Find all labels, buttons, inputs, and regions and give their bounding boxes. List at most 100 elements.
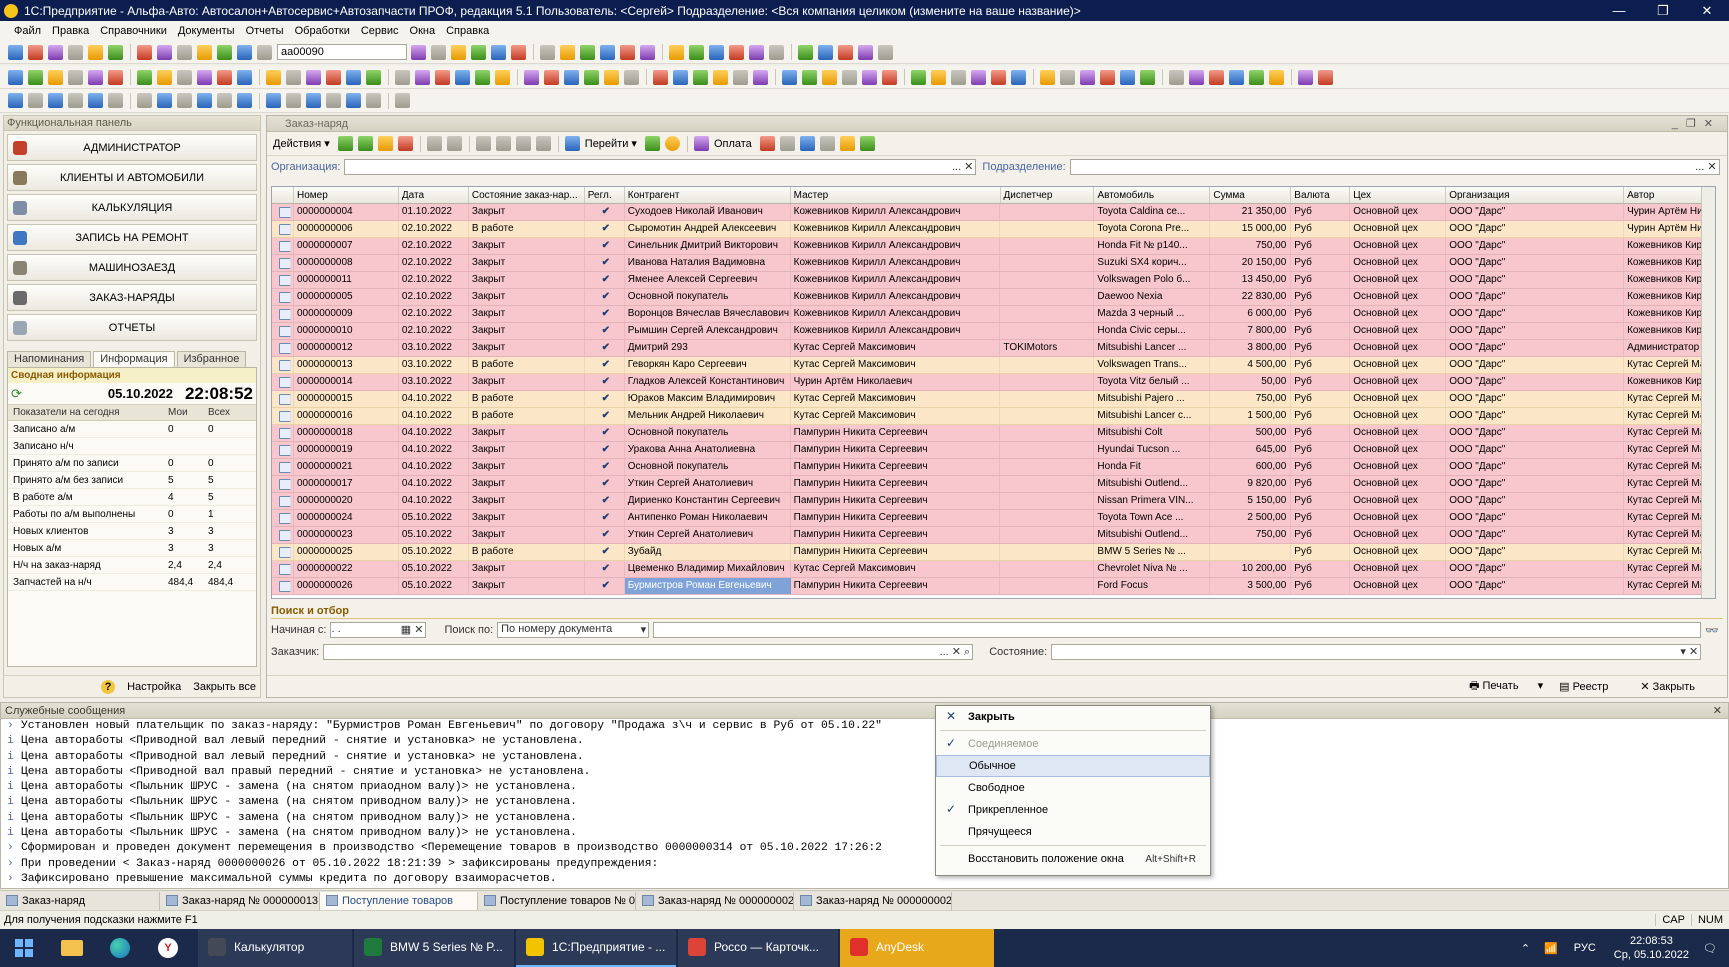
toolbar-button-icon[interactable]	[177, 93, 192, 108]
toolbar-button-icon[interactable]	[217, 69, 232, 85]
toolbar-button-icon[interactable]	[858, 44, 873, 60]
registry-button[interactable]: ▤ Реестр	[1559, 680, 1624, 693]
table-row[interactable]: 0000000010 02.10.2022 Закрыт ✔ Рымшин Сергей…	[272, 323, 1715, 340]
search-by-select[interactable]: По номеру документа ▾	[497, 622, 650, 638]
nav-2[interactable]: КАЛЬКУЛЯЦИЯ	[7, 194, 257, 221]
table-row[interactable]: 0000000004 01.10.2022 Закрыт ✔ Суходоев Нико…	[272, 204, 1715, 221]
toolbar-button-icon[interactable]	[560, 44, 575, 60]
toolbar-button-icon[interactable]	[431, 44, 446, 60]
taskbar-app-4[interactable]: AnyDesk	[840, 929, 994, 967]
edge-browser-icon[interactable]	[96, 929, 144, 967]
filter-icon[interactable]	[475, 136, 491, 151]
search-text-input[interactable]	[653, 622, 1702, 638]
columns-icon[interactable]	[799, 136, 815, 151]
toolbar-button-icon[interactable]	[326, 69, 341, 85]
toolbar-button-icon[interactable]	[28, 93, 43, 108]
toolbar-button-icon[interactable]	[802, 69, 817, 85]
toolbar-button-icon[interactable]	[266, 69, 281, 85]
help-icon[interactable]: ?	[101, 679, 116, 694]
toolbar-button-icon[interactable]	[88, 93, 103, 108]
context-menu-item-4[interactable]: ✓ Прикрепленное	[936, 799, 1210, 821]
filter-list-icon[interactable]	[495, 136, 511, 151]
toolbar-button-icon[interactable]	[197, 69, 212, 85]
toolbar-button-icon[interactable]	[137, 44, 152, 60]
toolbar-button-icon[interactable]	[137, 69, 152, 85]
state-input[interactable]: ▾ ✕	[1051, 644, 1702, 660]
print-button[interactable]: 🖶 Печать ▾	[1469, 677, 1543, 696]
toolbar-button-icon[interactable]	[669, 44, 684, 60]
table-row[interactable]: 0000000017 04.10.2022 Закрыт ✔ Уткин Сергей …	[272, 476, 1715, 493]
toolbar-button-icon[interactable]	[306, 93, 321, 108]
column-header[interactable]: Дата	[399, 187, 469, 203]
toolbar-button-icon[interactable]	[1080, 69, 1095, 85]
toolbar-button-icon[interactable]	[1209, 69, 1224, 85]
toolbar-button-icon[interactable]	[1169, 69, 1184, 85]
toolbar-button-icon[interactable]	[1040, 69, 1055, 85]
menu-item-7[interactable]: Окна	[410, 25, 436, 37]
toolbar-button-icon[interactable]	[137, 93, 152, 108]
find-icon[interactable]	[446, 136, 462, 151]
start-button[interactable]	[0, 929, 48, 967]
toolbar-button-icon[interactable]	[1298, 69, 1313, 85]
toolbar-button-icon[interactable]	[435, 69, 450, 85]
help-list-icon[interactable]	[664, 136, 680, 151]
toolbar-button-icon[interactable]	[689, 44, 704, 60]
toolbar-button-icon[interactable]	[455, 69, 470, 85]
toolbar-button-icon[interactable]	[157, 93, 172, 108]
table-row[interactable]: 0000000007 02.10.2022 Закрыт ✔ Синельник Дми…	[272, 238, 1715, 255]
tray-chevron-icon[interactable]: ⌃	[1521, 942, 1530, 955]
toolbar-button-icon[interactable]	[729, 44, 744, 60]
toolbar-button-icon[interactable]	[346, 69, 361, 85]
table-scrollbar[interactable]	[1701, 187, 1715, 598]
table-row[interactable]: 0000000013 03.10.2022 В работе ✔ Геворкян Ка…	[272, 357, 1715, 374]
toolbar-button-icon[interactable]	[564, 69, 579, 85]
table-row[interactable]: 0000000009 02.10.2022 Закрыт ✔ Воронцов Вяче…	[272, 306, 1715, 323]
column-header[interactable]: Номер	[294, 187, 399, 203]
toolbar-button-icon[interactable]	[749, 44, 764, 60]
window-tab-3[interactable]: Поступление товаров № 00...	[478, 891, 636, 910]
toolbar-button-icon[interactable]	[580, 44, 595, 60]
toolbar-button-icon[interactable]	[108, 44, 123, 60]
nav-0[interactable]: АДМИНИСТРАТОР	[7, 134, 257, 161]
column-header[interactable]: Автомобиль	[1094, 187, 1211, 203]
context-menu-item-1[interactable]: ✓ Соединяемое	[936, 733, 1210, 755]
table-row[interactable]: 0000000011 02.10.2022 Закрыт ✔ Яменее Алексе…	[272, 272, 1715, 289]
print-doc-icon[interactable]	[759, 136, 775, 151]
toolbar-button-icon[interactable]	[769, 44, 784, 60]
toolbar-button-icon[interactable]	[48, 44, 63, 60]
table-row[interactable]: 0000000014 03.10.2022 Закрыт ✔ Гладков Алекс…	[272, 374, 1715, 391]
menu-item-8[interactable]: Справка	[446, 25, 489, 37]
minimize-button[interactable]: —	[1597, 3, 1641, 18]
taskbar-app-2[interactable]: 1С:Предприятие - ...	[516, 929, 676, 967]
toolbar-button-icon[interactable]	[1120, 69, 1135, 85]
menu-item-1[interactable]: Правка	[52, 25, 89, 37]
toolbar-button-icon[interactable]	[8, 93, 23, 108]
toolbar-button-icon[interactable]	[451, 44, 466, 60]
toolbar-button-icon[interactable]	[346, 93, 361, 108]
close-button[interactable]: ✕	[1685, 3, 1729, 19]
toolbar-button-icon[interactable]	[108, 93, 123, 108]
toolbar-button-icon[interactable]	[8, 69, 23, 85]
list-settings-icon[interactable]	[819, 136, 835, 151]
toolbar-button-icon[interactable]	[88, 69, 103, 85]
toolbar-button-icon[interactable]	[197, 93, 212, 108]
nav-1[interactable]: КЛИЕНТЫ И АВТОМОБИЛИ	[7, 164, 257, 191]
toolbar-button-icon[interactable]	[753, 69, 768, 85]
toolbar-button-icon[interactable]	[782, 69, 797, 85]
taskbar-clock[interactable]: 22:08:53 Ср, 05.10.2022	[1614, 934, 1689, 962]
column-header[interactable]: Диспетчер	[1001, 187, 1095, 203]
customer-input[interactable]: ... ✕ ⌕	[323, 644, 974, 660]
column-header[interactable]: Валюта	[1291, 187, 1351, 203]
toolbar-button-icon[interactable]	[838, 44, 853, 60]
menu-item-2[interactable]: Справочники	[100, 25, 167, 37]
table-row[interactable]: 0000000008 02.10.2022 Закрыт ✔ Иванова Натал…	[272, 255, 1715, 272]
toolbar-button-icon[interactable]	[544, 69, 559, 85]
window-tab-5[interactable]: Заказ-наряд № 0000000025...	[794, 891, 952, 910]
toolbar-button-icon[interactable]	[604, 69, 619, 85]
toolbar-button-icon[interactable]	[68, 93, 83, 108]
toolbar-button-icon[interactable]	[1269, 69, 1284, 85]
file-explorer-icon[interactable]	[48, 929, 96, 967]
context-menu-item-3[interactable]: Свободное	[936, 777, 1210, 799]
column-header[interactable]: Контрагент	[625, 187, 791, 203]
toolbar-button-icon[interactable]	[511, 44, 526, 60]
